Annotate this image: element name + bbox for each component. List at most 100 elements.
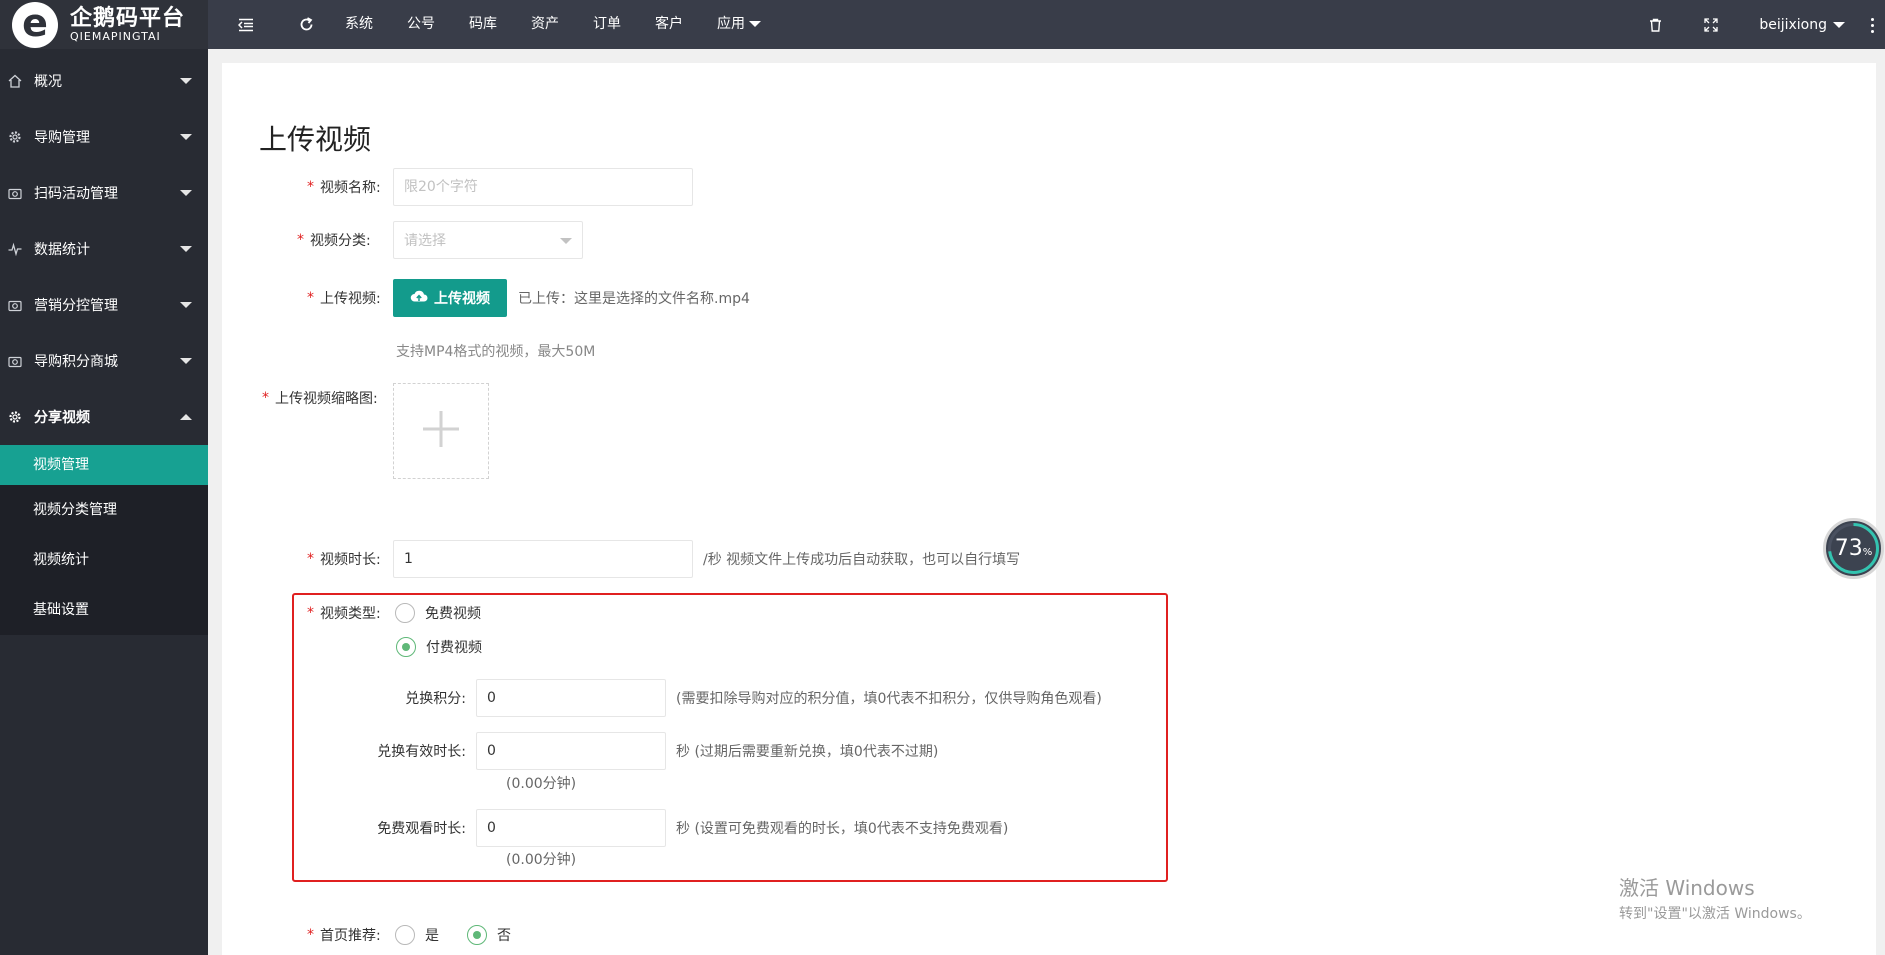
- duration-hint: /秒 视频文件上传成功后自动获取，也可以自行填写: [703, 552, 1021, 568]
- submenu-item-video-management[interactable]: 视频管理: [0, 445, 208, 485]
- required-mark: *: [307, 290, 314, 306]
- trash-icon[interactable]: [1627, 0, 1683, 49]
- required-mark: *: [297, 232, 304, 248]
- select-placeholder: 请选择: [404, 233, 446, 249]
- upload-format-hint: 支持MP4格式的视频，最大50M: [396, 344, 596, 360]
- nav-code-library[interactable]: 码库: [452, 0, 514, 49]
- free-watch-minutes: (0.00分钟): [506, 852, 577, 868]
- chevron-up-icon: [180, 414, 192, 420]
- main-content: 上传视频 * 视频名称: * 视频分类: 请选择 * 上传视频: 上传视频 已上…: [222, 63, 1876, 955]
- user-menu[interactable]: beijixiong: [1739, 17, 1885, 33]
- radio-paid-video[interactable]: 付费视频: [396, 637, 482, 657]
- sidebar-item-label: 分享视频: [34, 410, 90, 426]
- exchange-points-label: 兑换积分:: [405, 691, 466, 707]
- thumbnail-label: 上传视频缩略图:: [275, 391, 378, 407]
- pulse-icon: [8, 242, 22, 256]
- radio-label: 付费视频: [426, 640, 482, 656]
- upload-video-button[interactable]: 上传视频: [393, 279, 507, 317]
- video-category-select[interactable]: 请选择: [393, 221, 583, 259]
- sidebar-item-label: 导购积分商城: [34, 354, 118, 370]
- submenu-item-video-statistics[interactable]: 视频统计: [0, 535, 208, 585]
- username: beijixiong: [1759, 16, 1827, 33]
- chevron-down-icon: [749, 21, 761, 27]
- plus-icon: [421, 409, 461, 453]
- exchange-valid-input[interactable]: [476, 732, 666, 770]
- exchange-points-hint: (需要扣除导购对应的积分值，填0代表不扣积分，仅供导购角色观看): [676, 691, 1102, 707]
- exchange-valid-row: 兑换有效时长: 秒 (过期后需要重新兑换，填0代表不过期): [362, 732, 938, 770]
- required-mark: *: [307, 179, 314, 195]
- video-name-label: 视频名称:: [320, 180, 381, 196]
- homepage-recommend-row: * 首页推荐: 是 否: [307, 925, 511, 945]
- sidebar-item-shopping-guide[interactable]: 导购管理: [0, 109, 208, 165]
- thumbnail-row: * 上传视频缩略图:: [262, 383, 489, 479]
- sidebar-item-scan-activity[interactable]: 扫码活动管理: [0, 165, 208, 221]
- nav-apps-dropdown[interactable]: 应用: [700, 0, 778, 49]
- radio-label: 否: [497, 928, 511, 944]
- nav-assets[interactable]: 资产: [514, 0, 576, 49]
- free-watch-label: 免费观看时长:: [377, 821, 466, 837]
- page-title: 上传视频: [259, 123, 372, 156]
- progress-widget[interactable]: 73%: [1823, 518, 1884, 579]
- refresh-icon[interactable]: [284, 0, 328, 49]
- free-watch-hint: 秒 (设置可免费观看的时长，填0代表不支持免费观看): [676, 821, 1009, 837]
- chevron-down-icon: [180, 190, 192, 196]
- sidebar-item-share-video[interactable]: 分享视频: [0, 389, 208, 445]
- sidebar-item-label: 导购管理: [34, 130, 90, 146]
- nav-apps-label: 应用: [717, 16, 745, 32]
- exchange-valid-label: 兑换有效时长:: [377, 744, 466, 760]
- sidebar-item-label: 概况: [34, 74, 62, 90]
- video-name-input[interactable]: [393, 168, 693, 206]
- nav-public-account[interactable]: 公号: [390, 0, 452, 49]
- submenu-share-video: 视频管理 视频分类管理 视频统计 基础设置: [0, 445, 208, 635]
- thumbnail-upload-box[interactable]: [393, 383, 489, 479]
- nav-orders[interactable]: 订单: [576, 0, 638, 49]
- exchange-points-row: 兑换积分: (需要扣除导购对应的积分值，填0代表不扣积分，仅供导购角色观看): [362, 679, 1102, 717]
- chevron-down-icon: [180, 246, 192, 252]
- exchange-valid-minutes: (0.00分钟): [506, 776, 577, 792]
- exchange-valid-hint: 秒 (过期后需要重新兑换，填0代表不过期): [676, 744, 939, 760]
- nav-system[interactable]: 系统: [328, 0, 390, 49]
- radio-recommend-no[interactable]: 否: [467, 925, 511, 945]
- video-category-row: * 视频分类: 请选择: [297, 221, 583, 259]
- collapse-menu-icon[interactable]: [208, 0, 284, 49]
- sidebar-item-overview[interactable]: 概况: [0, 53, 208, 109]
- fullscreen-icon[interactable]: [1683, 0, 1739, 49]
- gear-icon: [8, 410, 22, 424]
- watermark-subtitle: 转到"设置"以激活 Windows。: [1619, 906, 1811, 922]
- chevron-down-icon: [1833, 21, 1845, 28]
- chevron-down-icon: [180, 358, 192, 364]
- progress-unit: %: [1862, 547, 1873, 558]
- submenu-item-basic-settings[interactable]: 基础设置: [0, 585, 208, 635]
- duration-input[interactable]: [393, 540, 693, 578]
- uploaded-file-name: 已上传：这里是选择的文件名称.mp4: [518, 291, 750, 307]
- radio-circle: [395, 925, 415, 945]
- camera-icon: [8, 186, 22, 200]
- windows-activation-watermark: 激活 Windows 转到"设置"以激活 Windows。: [1619, 872, 1811, 923]
- required-mark: *: [307, 927, 314, 943]
- sidebar-item-label: 营销分控管理: [34, 298, 118, 314]
- more-options-icon[interactable]: [1871, 18, 1875, 33]
- sidebar-item-statistics[interactable]: 数据统计: [0, 221, 208, 277]
- nav-customers[interactable]: 客户: [638, 0, 700, 49]
- progress-value: 73: [1834, 536, 1863, 561]
- radio-free-video[interactable]: 免费视频: [395, 603, 481, 623]
- radio-recommend-yes[interactable]: 是: [395, 925, 439, 945]
- radio-circle: [395, 603, 415, 623]
- sidebar-item-points-mall[interactable]: 导购积分商城: [0, 333, 208, 389]
- required-mark: *: [307, 605, 314, 621]
- logo[interactable]: e 企鹅码平台 QIEMAPINGTAI: [0, 0, 208, 49]
- camera-icon: [8, 298, 22, 312]
- video-type-row: * 视频类型: 免费视频: [307, 603, 481, 623]
- duration-label: 视频时长:: [320, 552, 381, 568]
- submenu-item-video-category[interactable]: 视频分类管理: [0, 485, 208, 535]
- upload-video-row: * 上传视频: 上传视频 已上传：这里是选择的文件名称.mp4: [307, 279, 750, 317]
- radio-circle-checked: [467, 925, 487, 945]
- exchange-points-input[interactable]: [476, 679, 666, 717]
- video-name-row: * 视频名称:: [307, 168, 693, 206]
- required-mark: *: [307, 551, 314, 567]
- free-watch-input[interactable]: [476, 809, 666, 847]
- sidebar-item-marketing-control[interactable]: 营销分控管理: [0, 277, 208, 333]
- sidebar: e 企鹅码平台 QIEMAPINGTAI 概况 导购管理 扫码活动管理 数据统计: [0, 0, 208, 955]
- sidebar-item-label: 数据统计: [34, 242, 90, 258]
- chevron-down-icon: [180, 134, 192, 140]
